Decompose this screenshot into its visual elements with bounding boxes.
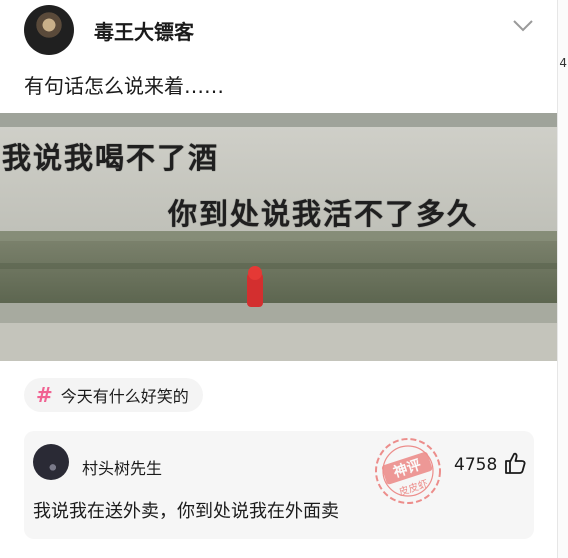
post-header: 毒王大镖客 <box>0 0 557 60</box>
like-count: 4758 <box>454 455 498 475</box>
author-name[interactable]: 毒王大镖客 <box>94 16 194 45</box>
thumbs-up-icon[interactable] <box>504 451 526 475</box>
chevron-down-icon[interactable] <box>512 18 534 34</box>
commenter-name[interactable]: 村头树先生 <box>82 455 162 479</box>
topic-tag[interactable]: # 今天有什么好笑的 <box>24 378 203 412</box>
author-avatar[interactable] <box>24 5 74 55</box>
top-comment[interactable]: 村头树先生 4758 我说我在送外卖，你到处说我在外面卖 <box>24 431 534 539</box>
post-image[interactable]: 我说我喝不了酒 你到处说我活不了多久 <box>0 113 557 361</box>
photo-caption-line-1: 我说我喝不了酒 <box>2 141 220 175</box>
photo-caption-line-2: 你到处说我活不了多久 <box>168 197 479 231</box>
topic-label: 今天有什么好笑的 <box>60 387 189 406</box>
hashtag-icon: # <box>36 383 53 407</box>
right-edge: 4 <box>557 0 568 558</box>
edge-char: 4 <box>559 56 567 70</box>
shenping-stamp-icon: 神评 皮皮虾 <box>375 438 441 504</box>
post-title: 有句话怎么说来着…… <box>24 74 224 98</box>
comment-text: 我说我在送外卖，你到处说我在外面卖 <box>33 501 339 522</box>
commenter-avatar[interactable] <box>33 444 69 480</box>
stamp-line-1: 神评 <box>391 456 423 481</box>
